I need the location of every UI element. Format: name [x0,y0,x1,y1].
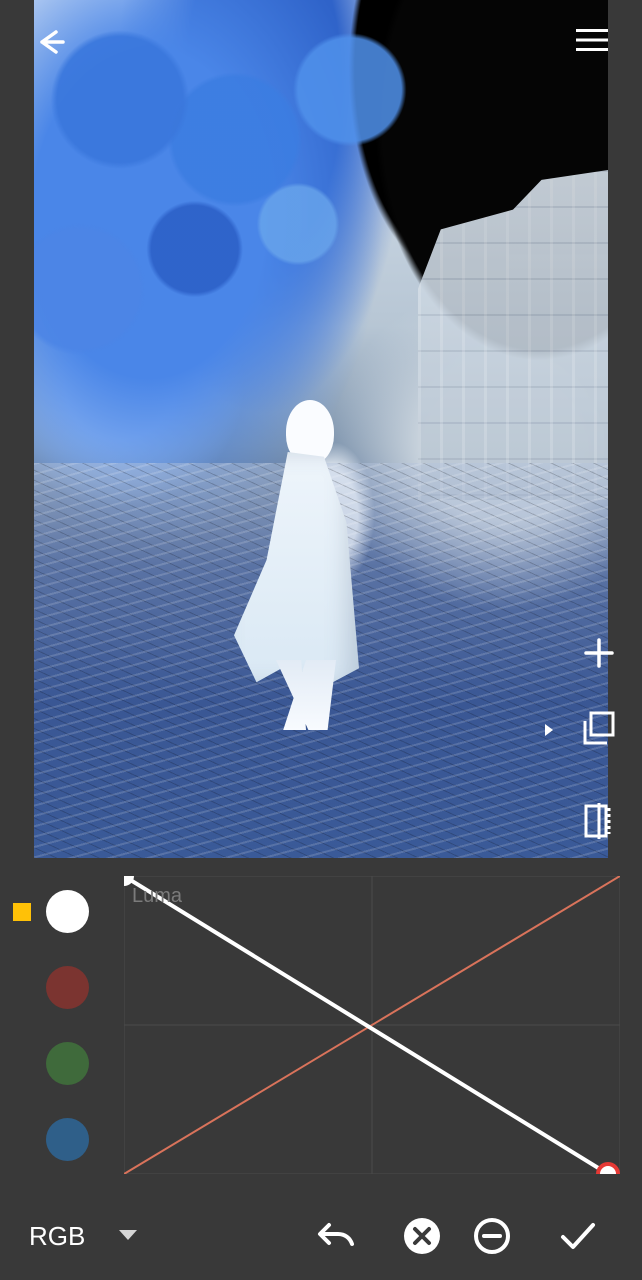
apply-check-icon[interactable] [556,1214,600,1258]
edited-photo [34,0,608,858]
channel-green[interactable] [46,1042,89,1085]
compare-split-icon[interactable] [578,800,620,842]
mode-select[interactable]: RGB [29,1220,85,1252]
minus-circle-icon[interactable] [470,1214,514,1258]
curve-point-end[interactable] [596,1162,620,1174]
cancel-x-circle-icon[interactable] [400,1214,444,1258]
person-legs [276,660,336,730]
channel-white[interactable] [46,890,89,933]
curves-editor[interactable] [124,876,620,1174]
dropdown-triangle-icon[interactable] [119,1230,137,1240]
channel-blue[interactable] [46,1118,89,1161]
layers-copy-icon[interactable] [578,708,620,750]
back-arrow-icon[interactable] [32,24,68,60]
person-coat [234,452,359,687]
plus-icon[interactable] [578,632,620,674]
curve-channel-label: Luma [132,885,183,907]
undo-icon[interactable] [314,1214,358,1258]
selected-channel-marker [13,903,31,921]
walking-person [184,400,364,730]
channel-red[interactable] [46,966,89,1009]
expand-arrow-icon [545,724,553,736]
hamburger-menu-icon[interactable] [576,28,608,52]
